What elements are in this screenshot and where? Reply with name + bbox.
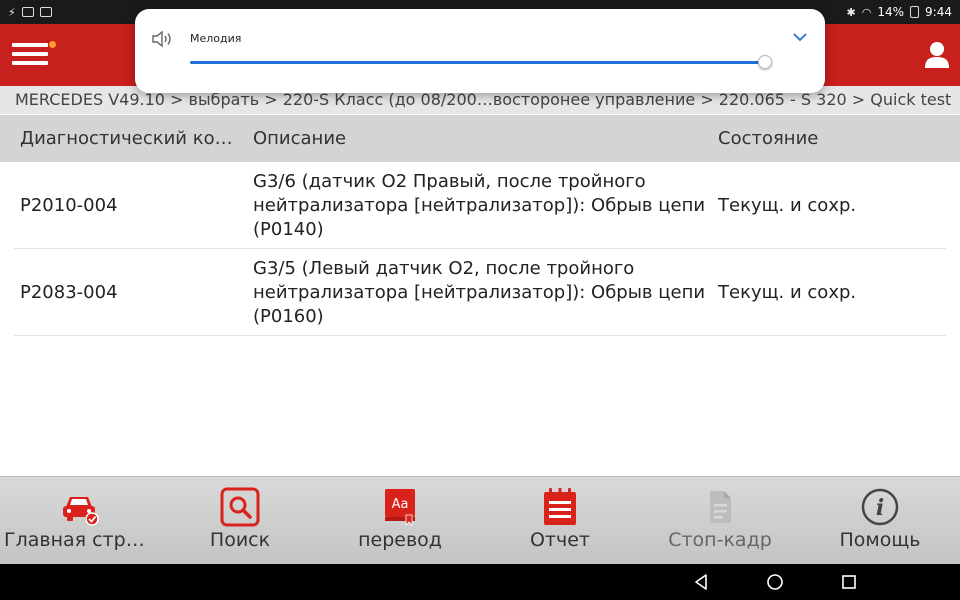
help-label: Помощь	[839, 529, 921, 551]
car-check-icon	[63, 497, 99, 526]
search-button[interactable]: Поиск	[160, 477, 320, 565]
translate-book-icon: Aa	[385, 489, 415, 526]
report-label: Отчет	[529, 529, 590, 551]
sd-icon	[39, 7, 52, 17]
menu-icon[interactable]	[12, 41, 56, 67]
volume-slider-fill	[190, 61, 765, 64]
table-header: Диагностический код… Описание Состояние	[0, 115, 960, 162]
notification-dot	[49, 41, 56, 48]
recents-square-icon[interactable]	[840, 573, 858, 591]
svg-text:Aa: Aa	[392, 497, 409, 512]
translate-button[interactable]: Aa перевод	[320, 477, 480, 565]
bottom-toolbar: Главная стран… Поиск Aa перевод Отчет Ст…	[0, 476, 960, 564]
dtc-table: P2010-004 G3/6 (датчик O2 Правый, после …	[14, 162, 946, 336]
volume-popup: Мелодия	[135, 9, 825, 93]
home-button[interactable]: Главная стран…	[0, 477, 160, 565]
chevron-down-icon[interactable]	[793, 32, 807, 42]
column-header-code[interactable]: Диагностический код…	[20, 115, 245, 162]
column-header-description[interactable]: Описание	[253, 115, 703, 162]
freeze-frame-button[interactable]: Стоп-кадр	[640, 477, 800, 565]
clock: 9:44	[925, 5, 952, 19]
volume-stream-label: Мелодия	[190, 32, 242, 45]
dtc-description: G3/6 (датчик O2 Правый, после тройного н…	[253, 170, 706, 240]
info-icon: i	[861, 488, 899, 526]
speaker-icon[interactable]	[151, 30, 173, 48]
column-header-state[interactable]: Состояние	[718, 115, 948, 162]
battery-percent: 14%	[877, 5, 905, 19]
translate-label: перевод	[358, 529, 442, 551]
dtc-code: P2083-004	[20, 281, 118, 303]
help-button[interactable]: i Помощь	[800, 477, 960, 565]
dtc-code: P2010-004	[20, 194, 118, 216]
table-row[interactable]: P2010-004 G3/6 (датчик O2 Правый, после …	[14, 162, 946, 249]
dtc-description: G3/5 (Левый датчик O2, после тройного не…	[253, 257, 706, 327]
system-nav-bar	[0, 564, 960, 600]
battery-icon	[910, 6, 920, 18]
dtc-state: Текущ. и сохр.	[718, 281, 857, 303]
dtc-state: Текущ. и сохр.	[718, 194, 857, 216]
search-icon	[220, 487, 260, 527]
search-label: Поиск	[209, 529, 271, 551]
back-icon[interactable]	[692, 573, 710, 591]
user-icon[interactable]	[924, 41, 950, 69]
bluetooth-icon: ✱	[846, 5, 856, 19]
report-notepad-icon	[544, 488, 576, 525]
image-icon	[21, 7, 34, 17]
volume-slider-thumb[interactable]	[758, 55, 772, 69]
svg-text:i: i	[876, 495, 884, 521]
wifi-icon: ◠	[861, 5, 872, 19]
home-circle-icon[interactable]	[766, 573, 784, 591]
usb-icon: ⚡	[8, 5, 16, 19]
freeze-frame-label: Стоп-кадр	[668, 529, 772, 551]
home-label: Главная стран…	[4, 529, 160, 551]
table-row[interactable]: P2083-004 G3/5 (Левый датчик O2, после т…	[14, 249, 946, 336]
volume-slider[interactable]	[190, 55, 772, 69]
freeze-frame-document-icon	[710, 491, 731, 523]
report-button[interactable]: Отчет	[480, 477, 640, 565]
